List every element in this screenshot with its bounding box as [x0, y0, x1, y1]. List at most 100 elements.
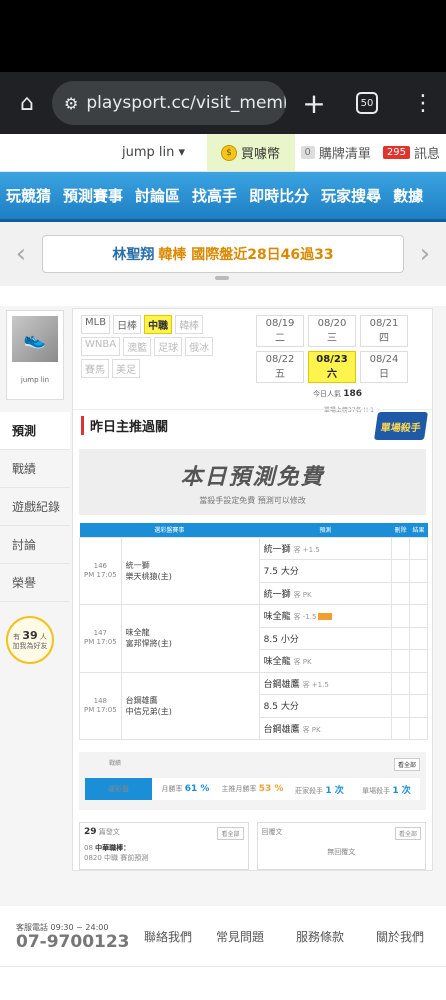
pick-cell[interactable]: 8.5 大分	[258, 694, 393, 718]
league-tab[interactable]: 賽馬	[81, 359, 109, 378]
post-item[interactable]: 08 中華職棒： 0820 中職 賽前預測	[84, 843, 244, 863]
add-friend-badge[interactable]: 有 39 人 加我為好友	[6, 616, 54, 664]
league-tab[interactable]: 中職	[144, 315, 173, 334]
pick-cell[interactable]: 8.5 小分	[258, 626, 393, 650]
pick-option: 客 PK	[293, 658, 312, 667]
date-tab[interactable]: 08/23 六	[308, 351, 356, 383]
delete-cell[interactable]	[391, 649, 410, 673]
likes-count: 39	[22, 629, 38, 643]
nav-item[interactable]: 預測賽事	[57, 185, 129, 206]
pick-cell[interactable]: 台鋼雄鷹 客 PK	[258, 716, 393, 740]
ticker-item[interactable]: 林聖翔 韓棒 國際盤近28日46過33	[42, 235, 404, 273]
sidebar-item-game-log[interactable]: 遊戲紀錄	[0, 488, 70, 526]
home-team: 富邦悍將(主)	[125, 639, 172, 649]
address-bar[interactable]: ⚙ playsport.cc/visit_memb	[52, 81, 286, 125]
pick-cell[interactable]: 7.5 大分	[258, 559, 393, 583]
league-tab[interactable]: WNBA	[81, 337, 121, 356]
stats-view-all-button[interactable]: 看全部	[393, 758, 420, 771]
delete-cell[interactable]	[391, 626, 410, 650]
date-tab[interactable]: 08/21 四	[360, 315, 408, 347]
tab-switcher-button[interactable]: 50	[356, 92, 378, 114]
posts-view-all-button[interactable]: 看全部	[217, 827, 244, 840]
free-banner-title: 本日預測免費	[180, 464, 325, 490]
result-cell	[409, 716, 428, 740]
league-tab[interactable]: 韓棒	[175, 315, 204, 334]
status-bar	[0, 0, 446, 72]
league-tab[interactable]: 俄冰	[185, 337, 214, 356]
teams-cell: 統一獅 樂天桃猿(主)	[120, 536, 260, 605]
pick-cell[interactable]: 統一獅 客 +1.5	[258, 536, 393, 560]
pick-cell[interactable]: 台鋼雄鷹 客 +1.5	[258, 671, 393, 695]
date-tab[interactable]: 08/22 五	[256, 351, 304, 383]
chevron-left-icon[interactable]: ‹	[10, 239, 32, 269]
pick-team: 8.5 大分	[263, 702, 299, 713]
nav-item[interactable]: 討論區	[129, 185, 186, 206]
hot-icon	[318, 613, 333, 621]
messages-link[interactable]: 295 訊息	[377, 134, 446, 171]
pick-cell[interactable]: 味全龍 客 -1.5	[258, 604, 393, 628]
footer-link-about[interactable]: 關於我們	[376, 928, 424, 945]
footer-link-contact[interactable]: 聯絡我們	[144, 928, 192, 945]
footer: 客服電話 09:30 ~ 24:00 07-9700123 聯絡我們 常見問題 …	[0, 918, 446, 968]
league-filter: MLB 日棒 中職 韓棒 WNBA 澳籃 足球 俄冰賽馬 美足	[81, 315, 231, 378]
footer-link-faq[interactable]: 常見問題	[216, 928, 264, 945]
game-number: 147	[93, 629, 108, 638]
result-cell	[409, 604, 428, 628]
stats-label: 戰績	[109, 760, 122, 767]
pick-option: 客 +1.5	[302, 680, 329, 689]
chevron-right-icon[interactable]: ›	[414, 239, 436, 269]
nav-item[interactable]: 數據	[387, 185, 429, 206]
sidebar-item-predictions[interactable]: 預測	[0, 412, 70, 450]
menu-kebab-icon[interactable]: ⋮	[412, 91, 434, 116]
pick-option: 客 PK	[302, 725, 321, 734]
sidebar-item-record[interactable]: 戰績	[0, 450, 70, 488]
date-tab[interactable]: 08/19 二	[256, 315, 304, 347]
delete-cell[interactable]	[391, 604, 410, 628]
pick-team: 統一獅	[263, 589, 291, 600]
nav-item[interactable]: 即時比分	[243, 185, 315, 206]
site-settings-icon[interactable]: ⚙	[64, 94, 78, 113]
delete-cell[interactable]	[391, 581, 410, 605]
nav-item[interactable]: 找高手	[186, 185, 243, 206]
delete-cell[interactable]	[391, 536, 410, 560]
cart-link[interactable]: 0 購牌清單	[295, 134, 377, 171]
replies-view-all-button[interactable]: 看全部	[394, 827, 421, 840]
game-time: PM 17:05	[84, 570, 117, 579]
delete-cell[interactable]	[391, 694, 410, 718]
home-icon[interactable]: ⌂	[10, 91, 44, 116]
service-phone[interactable]: 07-9700123	[16, 932, 130, 952]
pick-cell[interactable]: 統一獅 客 PK	[258, 581, 393, 605]
nav-item[interactable]: 玩競猜	[0, 185, 57, 206]
league-tab[interactable]: 足球	[154, 337, 183, 356]
likes-suffix: 人	[39, 633, 47, 642]
game-number-cell: 148 PM 17:05	[79, 671, 122, 740]
stats-item[interactable]: 運彩盤	[85, 778, 152, 800]
delete-cell[interactable]	[391, 559, 410, 583]
sidebar-item-discussion[interactable]: 討論	[0, 526, 70, 564]
game-number: 148	[93, 696, 108, 705]
delete-cell[interactable]	[391, 716, 410, 740]
stats-item: 莊家殺手 1 次	[295, 785, 344, 796]
nav-item[interactable]: 玩家搜尋	[315, 185, 387, 206]
date-tab[interactable]: 08/20 三	[308, 315, 356, 347]
main-nav: 玩競猜 預測賽事 討論區 找高手 即時比分 玩家搜尋 數據	[0, 172, 446, 222]
game-number: 146	[93, 561, 108, 570]
league-tab[interactable]: 澳籃	[123, 337, 152, 356]
sidebar-item-honors[interactable]: 榮譽	[0, 564, 70, 602]
posts-section: 29 篇發文 看全部 08 中華職棒： 0820 中職 賽前預測 回覆文 看全部…	[79, 822, 426, 870]
footer-link-terms[interactable]: 服務條款	[296, 928, 344, 945]
pick-cell[interactable]: 味全龍 客 PK	[258, 649, 393, 673]
league-tab[interactable]: 美足	[112, 359, 140, 378]
replies-box: 回覆文 看全部 無回覆文	[256, 822, 426, 870]
date-tab[interactable]: 08/24 日	[360, 351, 408, 383]
league-tab[interactable]: MLB	[81, 315, 111, 334]
buy-coins-button[interactable]: $ 買噱幣	[206, 134, 295, 171]
league-tab[interactable]: 日棒	[113, 315, 142, 334]
username-dropdown[interactable]: jump lin ▾	[101, 134, 207, 171]
stats-box: 戰績 看全部 運彩盤 月勝率 61 % 主推月勝率 53 % 莊家殺手 1 次 …	[79, 752, 426, 810]
teams-cell: 台鋼雄鷹 中信兄弟(主)	[120, 671, 260, 740]
delete-cell[interactable]	[391, 671, 410, 695]
likes-prefix: 有	[13, 633, 21, 642]
new-tab-icon[interactable]: +	[294, 87, 334, 120]
result-cell	[409, 694, 428, 718]
